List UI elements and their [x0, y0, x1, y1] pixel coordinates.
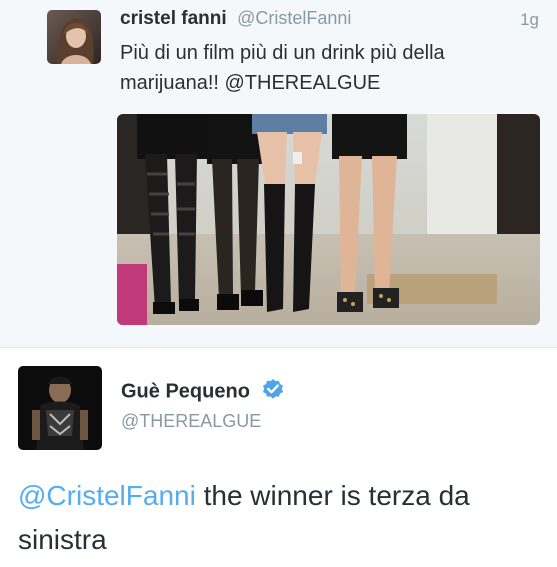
reply-tweet-text: @CristelFanni the winner is terza da sin…: [18, 474, 538, 562]
tweet-timestamp[interactable]: 1g: [520, 10, 539, 30]
author-handle-gue[interactable]: @THEREALGUE: [121, 411, 261, 432]
mention-link[interactable]: @CristelFanni: [18, 480, 196, 511]
tweet-text: Più di un film più di un drink più della…: [120, 42, 445, 94]
verified-badge-icon: [261, 378, 285, 402]
avatar-gue[interactable]: [18, 366, 102, 450]
author-name-gue[interactable]: Guè Pequeno: [121, 378, 285, 404]
author-name[interactable]: cristel fanni: [120, 8, 227, 29]
tweet-cristel[interactable]: cristel fanni @CristelFanni 1g Più di un…: [0, 0, 557, 348]
tweet-photo[interactable]: [117, 114, 540, 325]
avatar-cristel[interactable]: [47, 10, 101, 64]
author-handle[interactable]: @CristelFanni: [237, 8, 351, 28]
tweet-header: cristel fanni @CristelFanni 1g: [120, 8, 539, 34]
author-name-text: Guè Pequeno: [121, 380, 250, 403]
